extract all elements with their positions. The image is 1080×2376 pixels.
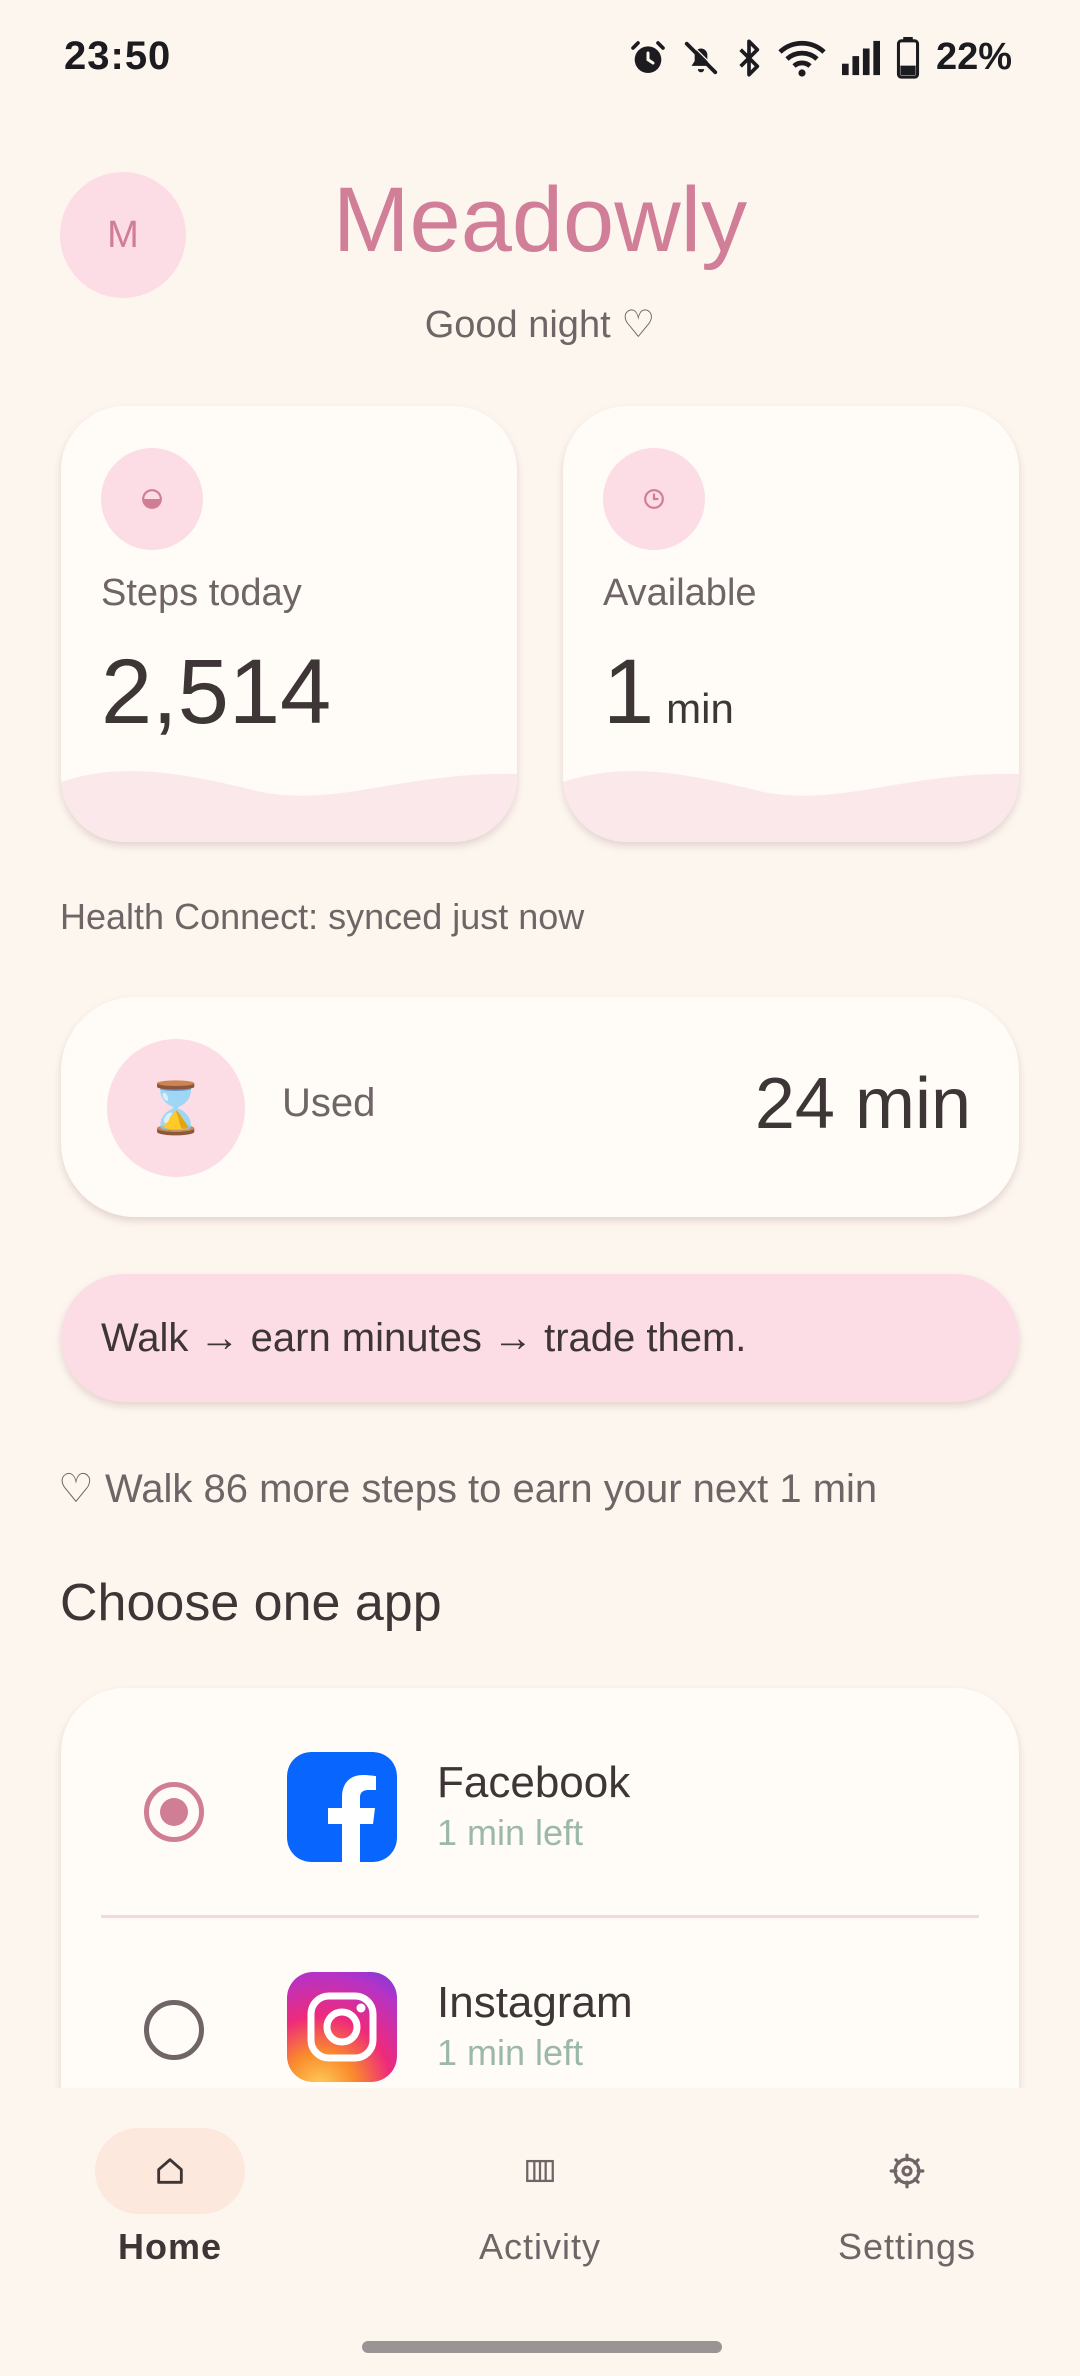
steps-count: 2,514 [101, 641, 332, 743]
sync-status: Health Connect: synced just now [60, 896, 585, 937]
app-time-left: 1 min left [437, 2032, 584, 2073]
used-label: Used [282, 1081, 376, 1125]
app-row-facebook[interactable]: Facebook 1 min left [61, 1688, 1019, 1888]
nav-pill-activity[interactable] [465, 2128, 615, 2214]
bluetooth-icon [734, 38, 764, 78]
home-indicator[interactable] [362, 2341, 722, 2353]
status-icons: 22% [628, 36, 1012, 79]
battery-icon [896, 36, 920, 79]
available-value: 1 min [603, 640, 734, 745]
status-time: 23:50 [64, 34, 172, 78]
status-bar: 23:50 22% [0, 0, 1080, 120]
used-value: 24 min [754, 1064, 971, 1144]
nav-pill-home[interactable] [95, 2128, 245, 2214]
facebook-icon [287, 1752, 397, 1862]
radio-unselected[interactable] [144, 2000, 204, 2060]
nav-label-home[interactable]: Home [0, 2226, 340, 2268]
home-screen: 23:50 22% M Meadowly Good night ♡ Steps … [0, 0, 1080, 2376]
signal-icon [840, 39, 882, 77]
nav-home[interactable]: Home [0, 2088, 360, 2288]
bar-chart-icon [526, 2159, 554, 2183]
nav-settings[interactable]: Settings [720, 2088, 1080, 2288]
nav-pill-settings[interactable] [832, 2128, 982, 2214]
used-card[interactable]: ⌛ Used 24 min [61, 997, 1019, 1217]
home-icon [157, 2158, 183, 2184]
section-title: Choose one app [60, 1574, 442, 1632]
steps-value: 2,514 [101, 640, 331, 745]
bottom-nav: Home Activity Settings [0, 2088, 1080, 2376]
greeting: Good night ♡ [424, 304, 656, 346]
wifi-icon [778, 38, 826, 78]
battery-percent: 22% [935, 36, 1012, 78]
steps-card[interactable]: Steps today 2,514 [61, 406, 517, 842]
available-card[interactable]: Available 1 min [563, 406, 1019, 842]
instagram-icon [287, 1972, 397, 2082]
app-title: Meadowly [332, 169, 748, 271]
half-circle-icon [101, 448, 203, 550]
wave-decoration [563, 771, 1019, 842]
app-name: Facebook [437, 1758, 631, 1807]
info-banner: Walk → earn minutes → trade them. [61, 1274, 1019, 1402]
nav-activity[interactable]: Activity [360, 2088, 720, 2288]
app-row-instagram[interactable]: Instagram 1 min left [61, 1918, 1019, 2088]
app-time-left: 1 min left [437, 1812, 584, 1853]
available-unit: min [666, 685, 734, 732]
available-number: 1 [603, 641, 655, 743]
bell-off-icon [682, 39, 720, 77]
alarm-icon [628, 38, 668, 78]
nav-label-settings[interactable]: Settings [720, 2226, 1080, 2268]
radio-selected[interactable] [144, 1782, 204, 1842]
hourglass-icon: ⌛ [107, 1039, 245, 1177]
app-list: Facebook 1 min left Instagram 1 min left [61, 1688, 1019, 2088]
clock-icon [603, 448, 705, 550]
steps-label: Steps today [101, 572, 302, 614]
steps-hint: ♡ Walk 86 more steps to earn your next 1… [58, 1467, 878, 1511]
app-name: Instagram [437, 1978, 633, 2027]
wave-decoration [61, 771, 517, 842]
nav-label-activity[interactable]: Activity [360, 2226, 720, 2268]
available-label: Available [603, 572, 757, 614]
gear-icon [889, 2153, 925, 2189]
